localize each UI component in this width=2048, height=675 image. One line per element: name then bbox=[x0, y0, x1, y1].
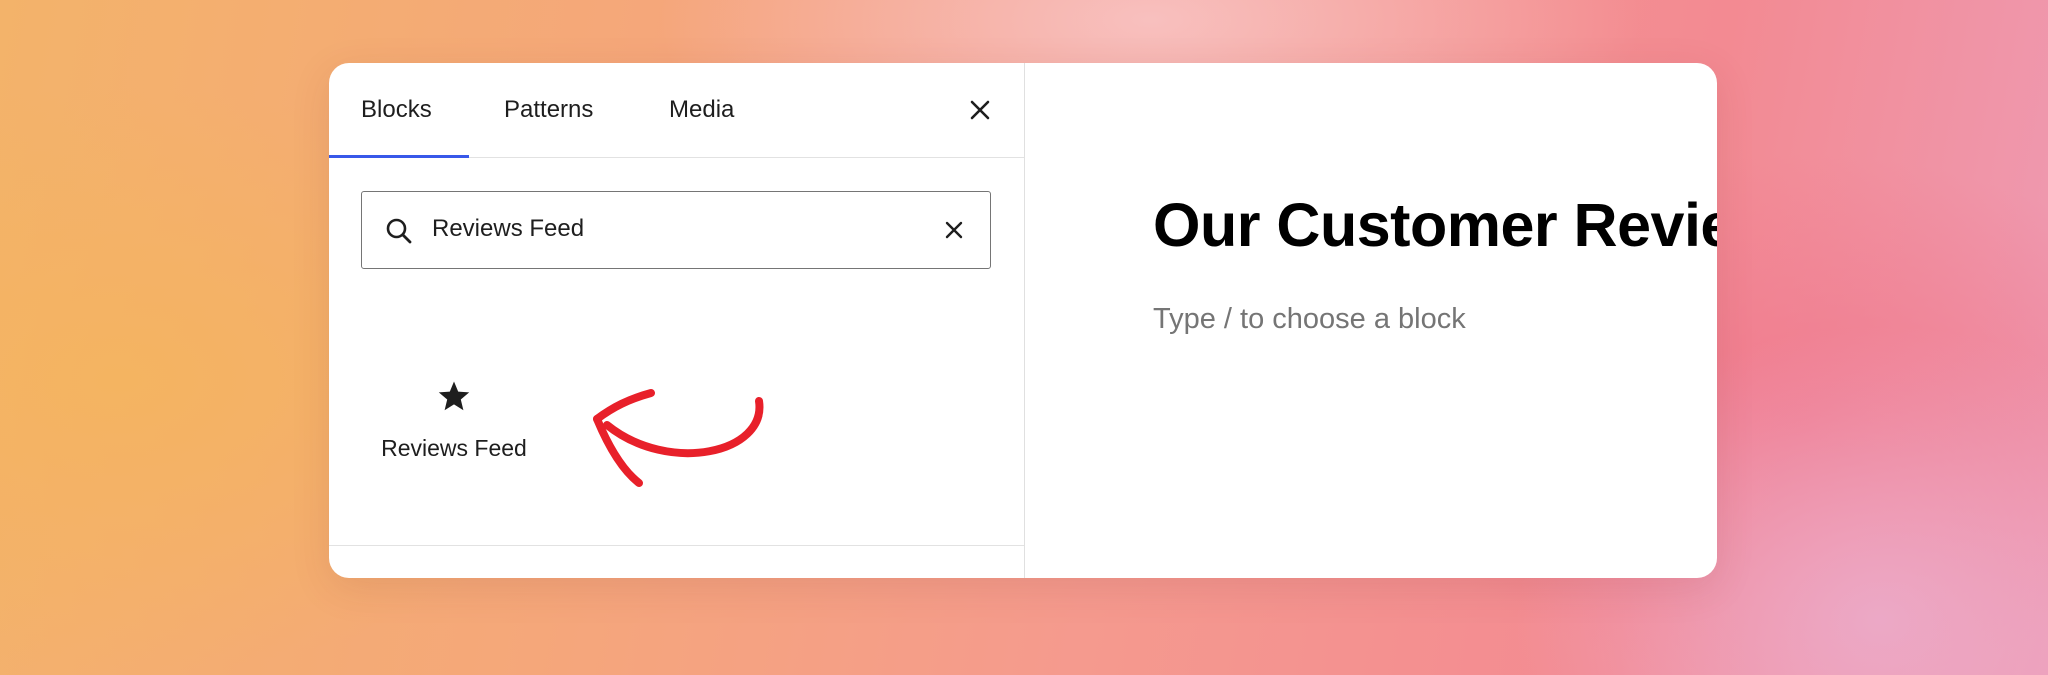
block-result-label: Reviews Feed bbox=[381, 435, 527, 461]
close-inserter-button[interactable] bbox=[964, 94, 996, 126]
tab-blocks[interactable]: Blocks bbox=[361, 63, 432, 157]
clear-search-button[interactable] bbox=[940, 216, 968, 244]
tab-patterns-label: Patterns bbox=[504, 96, 594, 123]
block-search-input[interactable] bbox=[432, 192, 912, 266]
editor-canvas: Our Customer Reviews Type / to choose a … bbox=[1025, 63, 1717, 578]
tab-patterns[interactable]: Patterns bbox=[504, 63, 593, 157]
star-icon bbox=[438, 381, 470, 411]
active-tab-indicator bbox=[329, 155, 469, 158]
close-icon bbox=[970, 100, 990, 120]
block-placeholder[interactable]: Type / to choose a block bbox=[1153, 303, 1466, 336]
tab-media[interactable]: Media bbox=[669, 63, 734, 157]
annotation-arrow bbox=[593, 389, 764, 487]
block-search-field bbox=[361, 191, 991, 269]
inserter-tabs: Blocks Patterns Media bbox=[329, 63, 1024, 158]
tab-blocks-label: Blocks bbox=[361, 96, 432, 123]
post-title[interactable]: Our Customer Reviews bbox=[1153, 190, 1717, 260]
clear-icon bbox=[945, 221, 963, 239]
tab-media-label: Media bbox=[669, 96, 735, 123]
search-icon bbox=[386, 218, 412, 244]
block-inserter-panel: Blocks Patterns Media Reviews Feed Revie… bbox=[329, 63, 1025, 578]
inserter-divider bbox=[329, 545, 1024, 546]
block-result-reviews-feed[interactable]: Reviews Feed bbox=[369, 363, 539, 473]
editor-window: Blocks Patterns Media Reviews Feed Revie… bbox=[329, 63, 1717, 578]
